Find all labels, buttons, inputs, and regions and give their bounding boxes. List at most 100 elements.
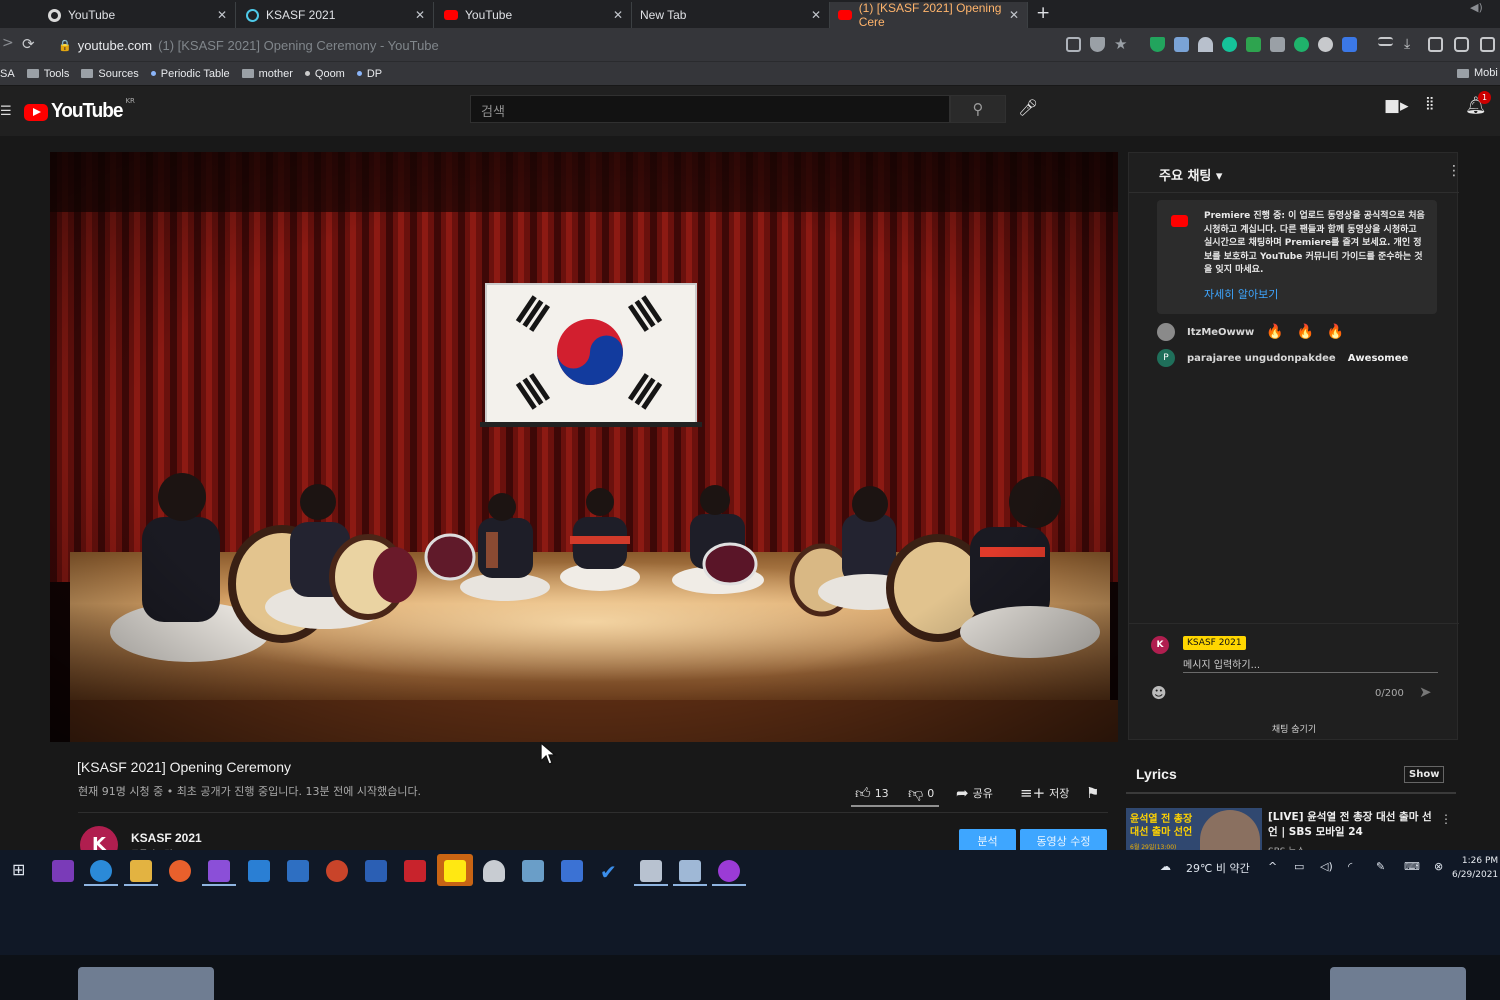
thumbs-down-icon: 👎︎	[908, 784, 924, 802]
chat-message-input[interactable]: 메시지 입력하기...	[1183, 656, 1438, 673]
vscode-icon[interactable]	[248, 860, 270, 882]
screen-app-icon[interactable]	[522, 860, 544, 882]
grammarly-icon[interactable]	[1222, 37, 1237, 52]
bookmark-tools[interactable]: Tools	[26, 68, 69, 80]
weather-text[interactable]: 29℃ 비 약간	[1186, 860, 1250, 876]
tab-new-tab[interactable]: New Tab ✕	[632, 2, 830, 28]
hide-chat-button[interactable]: 채팅 숨기기	[1129, 722, 1459, 735]
close-icon[interactable]: ✕	[217, 8, 227, 22]
youtube-logo[interactable]: YouTube KR	[24, 97, 135, 123]
tab-ksasf[interactable]: KSASF 2021 ✕	[238, 2, 434, 28]
new-tab-button[interactable]: +	[1036, 3, 1050, 23]
file-explorer-icon[interactable]	[130, 860, 152, 882]
bookmark-mobile[interactable]: Mobi	[1457, 67, 1498, 79]
green-circle-icon[interactable]	[1294, 37, 1309, 52]
close-icon[interactable]: ✕	[811, 8, 821, 22]
todo-check-icon[interactable]: ✔	[600, 860, 622, 884]
tab-youtube-2[interactable]: YouTube ✕	[436, 2, 632, 28]
system-clock[interactable]: 1:26 PM 6/29/2021	[1452, 854, 1498, 882]
learn-more-link[interactable]: 자세히 알아보기	[1204, 286, 1278, 302]
send-icon[interactable]: ➤	[1419, 683, 1432, 701]
pocket-icon[interactable]	[1090, 37, 1105, 52]
show-lyrics-button[interactable]: Show	[1404, 766, 1445, 783]
video-actions: 👍︎ 13 👎︎ 0 ➦ 공유 ≡+ 저장 ⚑	[850, 782, 1110, 806]
window-icon[interactable]	[1428, 37, 1443, 52]
chevron-up-icon[interactable]: ^	[1268, 860, 1277, 873]
kakaotalk-icon[interactable]	[444, 860, 466, 882]
wifi-icon[interactable]: ◜	[1348, 860, 1352, 873]
save-button[interactable]: ≡+ 저장	[1020, 784, 1069, 802]
address-path: (1) [KSASF 2021] Opening Ceremony - YouT…	[158, 37, 439, 53]
volume-icon[interactable]: ◁)	[1320, 860, 1333, 873]
bookmark-sources[interactable]: Sources	[81, 68, 139, 80]
bird-app-icon[interactable]	[90, 860, 112, 882]
tab-youtube-1[interactable]: YouTube ✕	[40, 2, 236, 28]
lines-icon[interactable]	[1318, 37, 1333, 52]
like-button[interactable]: 👍︎ 13	[855, 784, 889, 803]
s-icon[interactable]	[1342, 37, 1357, 52]
fox-app-icon[interactable]	[483, 860, 505, 882]
camera-icon[interactable]	[1270, 37, 1285, 52]
mail-extension-icon[interactable]	[1246, 37, 1261, 52]
onenote-icon[interactable]	[52, 860, 74, 882]
fox-icon[interactable]	[1198, 37, 1213, 52]
star-icon[interactable]: ★	[1114, 37, 1129, 52]
avatar	[1157, 323, 1175, 341]
hamburger-menu-icon[interactable]: ☰	[0, 104, 12, 119]
bookmark-mother[interactable]: mother	[241, 68, 293, 80]
dislike-button[interactable]: 👎︎ 0	[908, 784, 934, 803]
apps-grid-icon[interactable]: ⣿	[1425, 96, 1434, 111]
emoji-icon[interactable]: ☻	[1151, 684, 1167, 702]
more-options-icon[interactable]: ⋮	[1447, 163, 1461, 179]
firefox-icon[interactable]	[169, 860, 191, 882]
close-icon[interactable]: ✕	[415, 8, 425, 22]
channel-name[interactable]: KSASF 2021	[131, 831, 202, 845]
pen-icon[interactable]: ✎	[1376, 860, 1385, 873]
calendar-icon[interactable]	[561, 860, 583, 882]
visual-studio-icon[interactable]	[208, 860, 230, 882]
microphone-icon[interactable]: 🎤︎	[1018, 98, 1038, 117]
close-icon[interactable]: ✕	[1009, 8, 1019, 22]
cast-icon[interactable]	[1066, 37, 1081, 52]
bookmark-periodic-table[interactable]: Periodic Table	[150, 68, 230, 80]
window-app-icon[interactable]	[640, 860, 662, 882]
recommended-video[interactable]: 윤석열 전 총장 대선 출마 선언 6월 29일(13:00) [LIVE] 윤…	[1126, 808, 1456, 854]
bookmark-dp[interactable]: DP	[356, 68, 382, 80]
create-video-icon[interactable]: ■▸	[1384, 96, 1409, 116]
tab-opening-ceremony[interactable]: (1) [KSASF 2021] Opening Cere ✕	[830, 1, 1028, 29]
address-bar[interactable]: 🔒 youtube.com (1) [KSASF 2021] Opening C…	[50, 33, 1050, 57]
bookmark-sa[interactable]: SA	[0, 68, 15, 80]
chat-mode-dropdown[interactable]: 주요 채팅 ▾	[1159, 165, 1222, 184]
battery-icon[interactable]: ▭	[1294, 860, 1304, 873]
forward-icon[interactable]: >	[2, 35, 14, 51]
powerpoint-icon[interactable]	[326, 860, 348, 882]
video-meta: 현재 91명 시청 중 • 최초 공개가 진행 중입니다. 13분 전에 시작했…	[78, 785, 422, 798]
bookmark-qoom[interactable]: Qoom	[304, 68, 345, 80]
bookmarks-bar: SA Tools Sources Periodic Table mother Q…	[0, 61, 1500, 85]
download-icon[interactable]: ⤓	[1404, 37, 1419, 52]
keyboard-icon[interactable]: ⌨	[1404, 860, 1420, 873]
search-input[interactable]: 검색	[470, 95, 950, 123]
more-options-icon[interactable]: ⋮	[1440, 812, 1452, 826]
video-player[interactable]	[50, 152, 1118, 742]
blue-app-icon[interactable]	[287, 860, 309, 882]
reading-list-icon[interactable]	[1378, 37, 1393, 46]
github-icon[interactable]	[718, 860, 740, 882]
notification-center-icon[interactable]: ⊗	[1434, 860, 1443, 873]
report-button[interactable]: ⚑	[1086, 784, 1099, 802]
windows-start-icon[interactable]: ⊞	[12, 860, 34, 882]
reload-icon[interactable]: ⟳	[22, 35, 35, 53]
sidepanel-icon[interactable]	[1480, 37, 1495, 52]
notes-app-icon[interactable]	[679, 860, 701, 882]
screenshot-icon[interactable]	[1454, 37, 1469, 52]
shield-icon[interactable]	[1150, 37, 1165, 52]
extension-icon[interactable]	[1174, 37, 1189, 52]
share-button[interactable]: ➦ 공유	[956, 784, 993, 802]
search-button[interactable]: ⚲	[950, 95, 1006, 123]
chat-mode-label: 주요 채팅	[1159, 169, 1212, 184]
like-count: 13	[874, 787, 889, 800]
red-app-icon[interactable]	[404, 860, 426, 882]
bookmark-label: SA	[0, 67, 15, 80]
close-icon[interactable]: ✕	[613, 8, 623, 22]
word-icon[interactable]	[365, 860, 387, 882]
